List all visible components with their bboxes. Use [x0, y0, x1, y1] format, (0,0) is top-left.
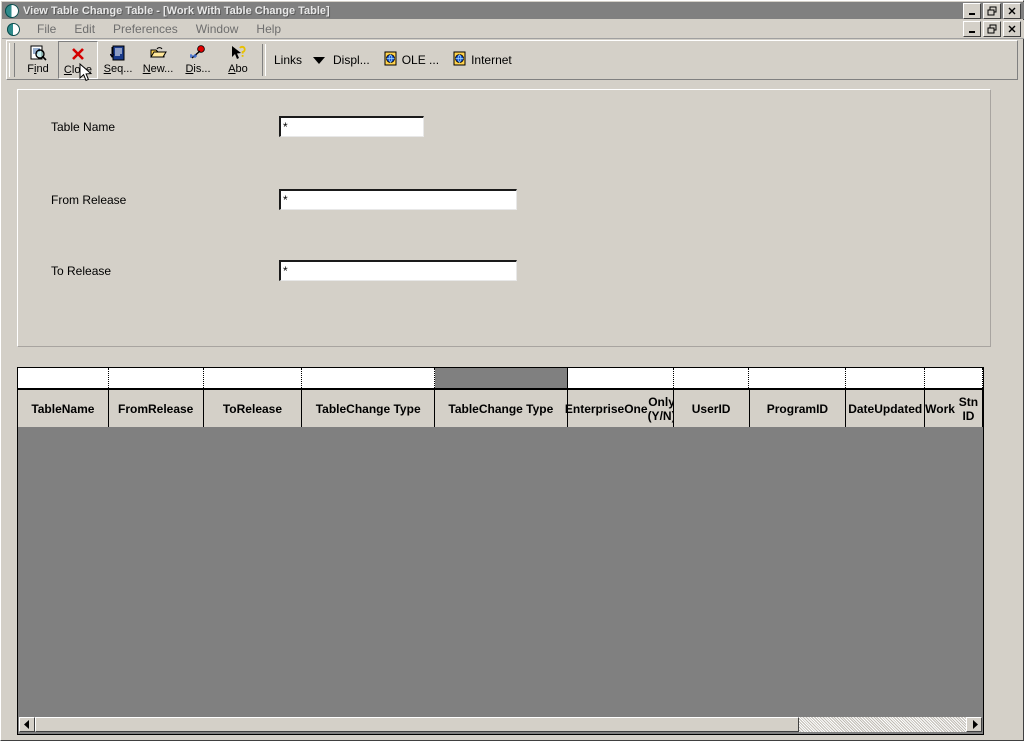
- to-release-label: To Release: [51, 264, 112, 278]
- from-release-label: From Release: [51, 193, 127, 207]
- scrollbar-thumb[interactable]: [35, 717, 799, 732]
- dropdown-arrow-icon: [313, 56, 326, 64]
- grid-filter-cell[interactable]: [846, 368, 926, 388]
- restore-button-outer[interactable]: [983, 3, 1001, 19]
- application-window: View Table Change Table - [Work With Tab…: [0, 0, 1024, 741]
- toolbar-grip[interactable]: [9, 43, 15, 77]
- find-button[interactable]: Find: [18, 41, 58, 79]
- sequence-document-icon: [110, 44, 126, 61]
- to-release-input[interactable]: [279, 260, 517, 281]
- sequence-button[interactable]: Seq...: [98, 41, 138, 79]
- toolbar-separator: [262, 44, 266, 76]
- scroll-right-arrow-icon[interactable]: [966, 717, 982, 732]
- grid-filter-cell[interactable]: [203, 368, 303, 388]
- internet-document-globe-icon: [453, 51, 467, 69]
- close-button-label: Close: [63, 64, 93, 76]
- form-row-to-release: To Release: [18, 260, 990, 282]
- scrollbar-track[interactable]: [799, 717, 966, 732]
- pushpin-display-icon: [189, 44, 207, 61]
- display-button-label: Dis...: [185, 63, 211, 75]
- grid-filter-cell[interactable]: [749, 368, 847, 388]
- minimize-button-outer[interactable]: [963, 3, 981, 19]
- sequence-button-label: Seq...: [103, 63, 133, 75]
- grid-column-header[interactable]: From Release: [108, 390, 204, 427]
- table-name-input[interactable]: [279, 116, 424, 137]
- from-release-input[interactable]: [279, 189, 517, 210]
- window-title-bar: View Table Change Table - [Work With Tab…: [2, 2, 1024, 19]
- restore-button-mdi[interactable]: [983, 21, 1001, 37]
- window-controls-mdi: [963, 21, 1021, 37]
- about-button[interactable]: Abo: [218, 41, 258, 79]
- ole-link-label: OLE ...: [401, 53, 440, 67]
- grid-filter-cell[interactable]: [673, 368, 750, 388]
- menu-item-preferences[interactable]: Preferences: [104, 21, 187, 37]
- ole-document-globe-icon: [384, 51, 398, 69]
- toolbar: Find Close Seq... New... Dis... Abo Link…: [6, 40, 1018, 80]
- red-x-close-icon: [70, 45, 86, 62]
- grid-filter-cell[interactable]: [567, 368, 674, 388]
- display-dropdown-button[interactable]: Displ...: [306, 41, 377, 79]
- menu-item-window[interactable]: Window: [187, 21, 248, 37]
- grid-filter-cell[interactable]: [925, 368, 983, 388]
- grid-filter-cell[interactable]: [18, 368, 109, 388]
- grid-column-header[interactable]: Work Stn ID: [925, 390, 983, 427]
- arrow-question-about-icon: [229, 44, 247, 61]
- grid-column-header[interactable]: EnterpriseOne Only (Y/N): [565, 390, 676, 427]
- grid-filter-cell[interactable]: [108, 368, 204, 388]
- ole-link-button[interactable]: OLE ...: [377, 41, 446, 79]
- links-label: Links: [274, 53, 303, 67]
- close-button-outer[interactable]: [1003, 3, 1021, 19]
- find-button-label: Find: [27, 63, 49, 75]
- grid-column-header[interactable]: Date Updated: [846, 390, 926, 427]
- display-dropdown-label: Displ...: [333, 53, 370, 67]
- grid-body[interactable]: [18, 428, 983, 732]
- grid-column-header[interactable]: User ID: [673, 390, 750, 427]
- grid-filter-cell[interactable]: [302, 368, 436, 388]
- new-button[interactable]: New...: [138, 41, 178, 79]
- grid-header-row[interactable]: Table Name From Release To Release Table Change…: [18, 390, 983, 428]
- grid-column-header[interactable]: Table Change Type: [302, 390, 436, 427]
- grid-column-header[interactable]: To Release: [203, 390, 303, 427]
- close-button-mdi[interactable]: [1003, 21, 1021, 37]
- menu-item-help[interactable]: Help: [247, 21, 290, 37]
- scroll-left-arrow-icon[interactable]: [19, 717, 35, 732]
- display-button[interactable]: Dis...: [178, 41, 218, 79]
- jde-disc-icon-menu: [7, 22, 20, 36]
- form-row-table-name: Table Name: [18, 116, 990, 138]
- search-criteria-panel: Table Name From Release To Release: [17, 89, 991, 347]
- menu-bar: File Edit Preferences Window Help: [2, 20, 1024, 39]
- grid-filter-cell[interactable]: [435, 368, 568, 388]
- results-grid[interactable]: Table Name From Release To Release Table Change…: [17, 367, 984, 735]
- minimize-button-mdi[interactable]: [963, 21, 981, 37]
- new-folder-icon: [149, 44, 167, 61]
- internet-link-label: Internet: [471, 53, 512, 67]
- grid-horizontal-scrollbar[interactable]: [19, 716, 982, 733]
- grid-column-header[interactable]: Table Change Type: [435, 390, 568, 427]
- menu-item-edit[interactable]: Edit: [65, 21, 104, 37]
- form-row-from-release: From Release: [18, 189, 990, 211]
- menu-item-file[interactable]: File: [28, 21, 65, 37]
- new-button-label: New...: [142, 63, 174, 75]
- grid-column-header[interactable]: Table Name: [18, 390, 109, 427]
- magnifier-find-icon: [30, 44, 47, 61]
- close-button[interactable]: Close: [58, 41, 98, 79]
- about-button-label: Abo: [228, 63, 248, 75]
- window-title: View Table Change Table - [Work With Tab…: [23, 4, 330, 17]
- internet-link-button[interactable]: Internet: [446, 41, 519, 79]
- table-name-label: Table Name: [51, 120, 116, 134]
- grid-column-header[interactable]: Program ID: [749, 390, 847, 427]
- window-controls-outer: [963, 3, 1021, 19]
- jde-disc-icon: [5, 3, 19, 18]
- grid-filter-row[interactable]: [18, 368, 983, 390]
